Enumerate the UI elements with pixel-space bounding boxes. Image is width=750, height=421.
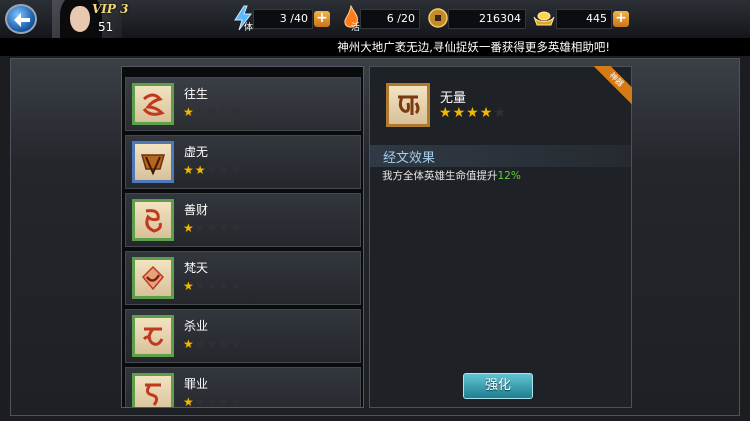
- star-empty-icon: ★: [206, 105, 219, 119]
- list-item[interactable]: 往生 ★★★★★: [125, 77, 361, 131]
- announcement-text: 神州大地广袤无边,寻仙捉妖一番获得更多英雄相助吧!: [337, 40, 610, 54]
- back-arrow-icon: [14, 13, 30, 27]
- star-empty-icon: ★: [206, 337, 219, 351]
- star-empty-icon: ★: [194, 105, 207, 119]
- stamina-sub-label: 体: [244, 23, 254, 33]
- star-filled-icon: ★: [452, 105, 467, 121]
- artifact-ribbon-label: 神器: [592, 66, 632, 106]
- star-empty-icon: ★: [230, 395, 242, 408]
- star-filled-icon: ★: [183, 395, 195, 408]
- stamina-value: 3 /40: [253, 9, 313, 29]
- scripture-name: 杀业: [184, 319, 209, 333]
- star-empty-icon: ★: [194, 337, 207, 351]
- selected-scripture-name: 无量: [440, 91, 467, 106]
- star-filled-icon: ★: [439, 105, 453, 121]
- star-filled-icon: ★: [183, 163, 195, 177]
- list-item[interactable]: 杀业 ★★★★★: [125, 309, 361, 363]
- star-empty-icon: ★: [194, 279, 207, 293]
- top-bar: VIP 3 51 体 3 /40 + 活 6 /20 216304 445 +: [0, 0, 750, 38]
- star-empty-icon: ★: [206, 279, 219, 293]
- announcement-bar: 神州大地广袤无边,寻仙捉妖一番获得更多英雄相助吧!: [0, 38, 750, 56]
- star-empty-icon: ★: [230, 337, 242, 351]
- star-empty-icon: ★: [218, 279, 231, 293]
- star-empty-icon: ★: [194, 221, 207, 235]
- star-empty-icon: ★: [218, 395, 231, 408]
- star-empty-icon: ★: [230, 105, 242, 119]
- star-rating: ★★★★★: [183, 221, 242, 235]
- list-item[interactable]: 善财 ★★★★★: [125, 193, 361, 247]
- star-empty-icon: ★: [230, 279, 242, 293]
- star-filled-icon: ★: [194, 163, 207, 177]
- selected-scripture-icon: [386, 83, 430, 127]
- selected-star-rating: ★★★★★: [439, 105, 507, 121]
- scripture-icon: [132, 315, 174, 357]
- star-rating: ★★★★★: [183, 279, 242, 293]
- effect-value: 12%: [497, 170, 521, 182]
- star-rating: ★★★★★: [183, 337, 242, 351]
- upgrade-button[interactable]: 强化: [463, 373, 533, 399]
- ingot-plus-button[interactable]: +: [613, 11, 629, 27]
- star-empty-icon: ★: [218, 221, 231, 235]
- energy-value: 6 /20: [360, 9, 420, 29]
- star-rating: ★★★★★: [183, 395, 242, 408]
- scripture-icon: [132, 373, 174, 407]
- artifact-ribbon: 神器: [592, 66, 632, 106]
- scripture-name: 罪业: [184, 377, 209, 391]
- scripture-icon: [132, 83, 174, 125]
- vip-label: VIP 3: [92, 2, 129, 16]
- star-empty-icon: ★: [206, 163, 219, 177]
- star-empty-icon: ★: [218, 163, 231, 177]
- star-filled-icon: ★: [183, 221, 195, 235]
- star-empty-icon: ★: [194, 395, 207, 408]
- effect-description: 我方全体英雄生命值提升12%: [382, 168, 521, 183]
- scripture-name: 往生: [184, 87, 209, 101]
- star-filled-icon: ★: [479, 105, 494, 121]
- gold-ingot-icon: [533, 11, 555, 26]
- star-rating: ★★★★★: [183, 163, 242, 177]
- back-button[interactable]: [5, 4, 37, 34]
- star-filled-icon: ★: [183, 337, 195, 351]
- scripture-name: 梵天: [184, 261, 209, 275]
- scripture-name: 虚无: [184, 145, 209, 159]
- star-empty-icon: ★: [206, 221, 219, 235]
- list-item[interactable]: 虚无 ★★★★★: [125, 135, 361, 189]
- star-empty-icon: ★: [230, 221, 242, 235]
- list-item[interactable]: 梵天 ★★★★★: [125, 251, 361, 305]
- star-filled-icon: ★: [183, 279, 195, 293]
- star-empty-icon: ★: [230, 163, 242, 177]
- scripture-icon: [132, 141, 174, 183]
- effect-title: 经文效果: [383, 151, 436, 166]
- player-level: 51: [98, 20, 114, 34]
- scripture-list[interactable]: 往生 ★★★★★ 虚无 ★★★★★ 善财 ★★★★★ 梵天 ★★★★★ 杀业 ★…: [121, 66, 364, 408]
- star-empty-icon: ★: [218, 337, 231, 351]
- star-rating: ★★★★★: [183, 105, 242, 119]
- scripture-icon: [132, 199, 174, 241]
- scripture-detail-panel: 神器 无量 ★★★★★ 经文效果 我方全体英雄生命值提升12% 强化: [369, 66, 632, 408]
- star-filled-icon: ★: [183, 105, 195, 119]
- star-filled-icon: ★: [466, 105, 480, 121]
- coin-icon: [428, 8, 448, 28]
- star-empty-icon: ★: [206, 395, 219, 408]
- scripture-icon: [132, 257, 174, 299]
- effect-text: 我方全体英雄生命值提升: [382, 170, 498, 182]
- star-empty-icon: ★: [218, 105, 231, 119]
- stamina-plus-button[interactable]: +: [314, 11, 330, 27]
- scripture-name: 善财: [184, 203, 209, 217]
- list-item[interactable]: 罪业 ★★★★★: [125, 367, 361, 408]
- effect-header: 经文效果: [370, 145, 631, 167]
- coin-value: 216304: [448, 9, 526, 29]
- ingot-value: 445: [556, 9, 612, 29]
- star-empty-icon: ★: [493, 105, 507, 121]
- energy-sub-label: 活: [351, 23, 361, 33]
